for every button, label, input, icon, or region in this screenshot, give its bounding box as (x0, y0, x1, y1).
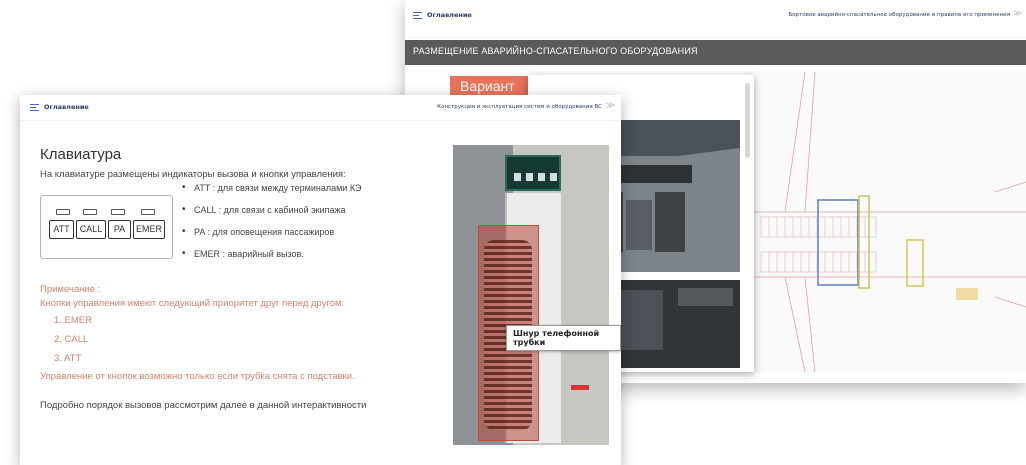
key-description-list: ATT : для связи между терминалами КЭ CAL… (180, 182, 362, 271)
handset-photo (453, 145, 609, 445)
highlight-box-yellow-1[interactable] (858, 195, 870, 289)
keypad-panel (505, 155, 561, 191)
list-item: PA : для оповещения пассажиров (180, 226, 362, 237)
back-toc-label: Оглавление (427, 11, 472, 19)
next-arrow-icon[interactable]: ≫ (606, 101, 615, 111)
list-item: CALL : для связи с кабиной экипажа (180, 204, 362, 215)
key-call[interactable]: CALL (76, 220, 106, 239)
popup-scrollbar[interactable] (745, 83, 750, 158)
indicator-led (111, 209, 125, 215)
section-title: РАЗМЕЩЕНИЕ АВАРИЙНО-СПАСАТЕЛЬНОГО ОБОРУД… (413, 46, 698, 56)
note-condition: Управление от кнопок возможно только есл… (40, 371, 355, 382)
page-title: Клавиатура (40, 146, 122, 163)
key-att[interactable]: ATT (49, 220, 74, 239)
panel-button (537, 172, 546, 182)
menu-icon (30, 103, 39, 111)
list-item: 1. EMER (54, 315, 93, 326)
indicator-led (141, 209, 155, 215)
front-course-title: Конструкция и эксплуатация систем и обор… (437, 104, 602, 110)
key-emer[interactable]: EMER (133, 220, 165, 239)
intro-text: На клавиатуре размещены индикаторы вызов… (40, 169, 346, 180)
front-toc-button[interactable]: Оглавление (30, 103, 89, 111)
closing-text: Подробно порядок вызовов рассмотрим дале… (40, 400, 367, 411)
menu-icon (413, 11, 422, 19)
back-toc-button[interactable]: Оглавление (413, 11, 472, 19)
key-pa[interactable]: PA (108, 220, 131, 239)
list-item: EMER : аварийный вызов. (180, 248, 362, 259)
panel-button (549, 172, 558, 182)
note-text: Кнопки управления имеют следующий приори… (40, 298, 345, 309)
note-title: Примечание : (40, 284, 101, 295)
panel-button (513, 172, 522, 182)
list-item: 3. ATT (54, 353, 82, 364)
aircraft-scheme (745, 72, 1026, 372)
cord-tooltip: Шнур телефонной трубки (506, 325, 621, 351)
back-course-title: Бортовое аварийно-спасательное оборудова… (788, 12, 1010, 18)
next-arrow-icon[interactable]: ≫ (1013, 9, 1022, 19)
list-item: 2. CALL (54, 334, 89, 345)
variant-label: Вариант (460, 78, 515, 94)
front-slide: Оглавление Конструкция и эксплуатация си… (20, 95, 621, 465)
red-tag (571, 385, 589, 390)
front-toc-label: Оглавление (44, 103, 89, 111)
priority-list: 1. EMER 2. CALL 3. ATT (54, 315, 92, 372)
section-band: РАЗМЕЩЕНИЕ АВАРИЙНО-СПАСАТЕЛЬНОГО ОБОРУД… (405, 40, 1026, 65)
panel-button (525, 172, 534, 182)
indicator-led (56, 209, 70, 215)
indicator-led (83, 209, 97, 215)
highlight-box-yellow-2[interactable] (906, 239, 924, 287)
front-header-bar: Оглавление Конструкция и эксплуатация си… (20, 95, 621, 121)
list-item: ATT : для связи между терминалами КЭ (180, 182, 362, 193)
back-header-bar: Оглавление Бортовое аварийно-спасательно… (405, 0, 1026, 38)
keypad-illustration: ATT CALL PA EMER (40, 195, 173, 259)
